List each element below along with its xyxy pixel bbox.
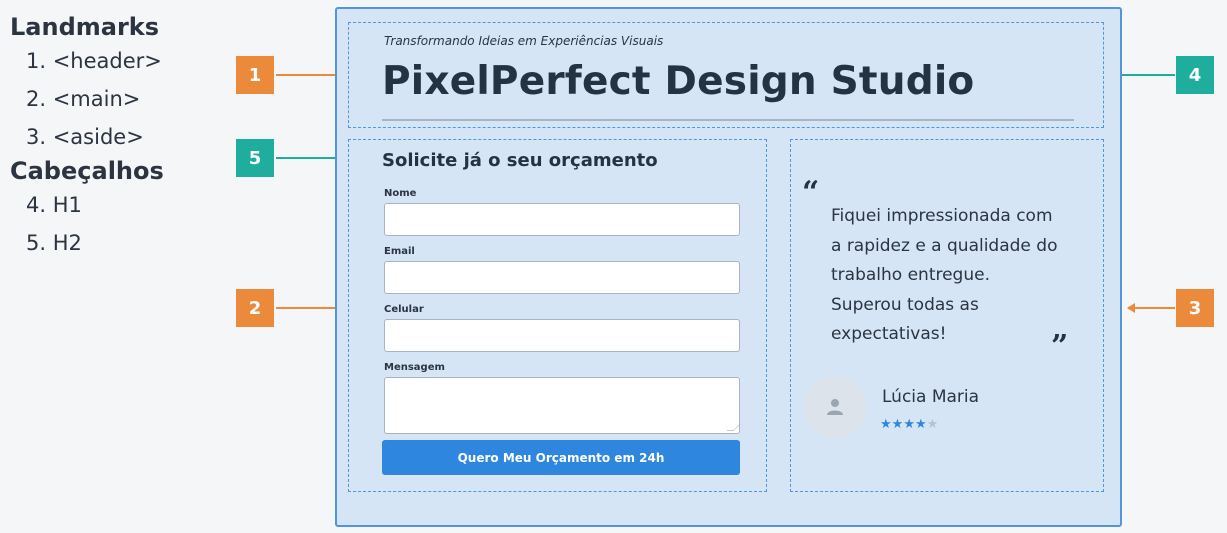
star-icon: ★	[891, 417, 904, 432]
testimonial-author: Lúcia Maria	[882, 387, 980, 407]
legend-item-h1: 4. H1	[26, 193, 82, 217]
legend-item-aside: 3. <aside>	[26, 125, 144, 149]
badge-1: 1	[236, 56, 274, 94]
phone-label: Celular	[384, 304, 424, 315]
arrow-3	[1127, 303, 1175, 313]
name-field[interactable]	[384, 203, 740, 236]
badge-4: 4	[1176, 56, 1214, 94]
header-divider	[382, 119, 1074, 121]
tagline: Transformando Ideias em Experiências Vis…	[384, 34, 664, 48]
form-title-h2: Solicite já o seu orçamento	[382, 150, 658, 171]
star-icon: ★	[880, 417, 892, 432]
legend: Landmarks 1. <header> 2. <main> 3. <asid…	[10, 12, 164, 262]
star-empty-icon: ★	[926, 417, 939, 432]
main-landmark: Solicite já o seu orçamento Nome Email C…	[348, 139, 767, 492]
email-field[interactable]	[384, 261, 740, 294]
aside-landmark: “ Fiquei impressionada com a rapidez e a…	[790, 139, 1104, 492]
close-quote-icon: ”	[1051, 329, 1069, 364]
legend-item-main: 2. <main>	[26, 87, 141, 111]
avatar	[804, 376, 866, 438]
star-icon: ★	[903, 417, 915, 432]
mock-page: Transformando Ideias em Experiências Vis…	[335, 7, 1122, 527]
legend-headings-list: 4. H1 5. H2	[10, 186, 164, 262]
badge-5: 5	[236, 139, 274, 177]
email-label: Email	[384, 246, 415, 257]
message-textarea[interactable]	[384, 377, 741, 434]
phone-field[interactable]	[384, 319, 740, 352]
resize-grip-icon[interactable]	[726, 424, 741, 431]
legend-item-header: 1. <header>	[26, 49, 162, 73]
badge-2: 2	[236, 289, 274, 327]
rating-stars: ★★★★★	[880, 417, 938, 432]
page-title-h1: PixelPerfect Design Studio	[382, 59, 975, 104]
legend-item-h2: 5. H2	[26, 231, 82, 255]
badge-3: 3	[1176, 289, 1214, 327]
name-label: Nome	[384, 188, 417, 199]
legend-landmarks-heading: Landmarks	[10, 13, 160, 41]
testimonial-quote: Fiquei impressionada com a rapidez e a q…	[831, 206, 1058, 344]
star-icon: ★	[914, 417, 927, 432]
header-landmark: Transformando Ideias em Experiências Vis…	[348, 22, 1104, 128]
legend-headings-heading: Cabeçalhos	[10, 157, 164, 185]
message-label: Mensagem	[384, 362, 445, 373]
submit-button[interactable]: Quero Meu Orçamento em 24h	[382, 440, 740, 475]
open-quote-icon: “	[802, 175, 820, 210]
legend-landmarks-list: 1. <header> 2. <main> 3. <aside>	[10, 42, 164, 156]
user-icon	[827, 399, 843, 415]
